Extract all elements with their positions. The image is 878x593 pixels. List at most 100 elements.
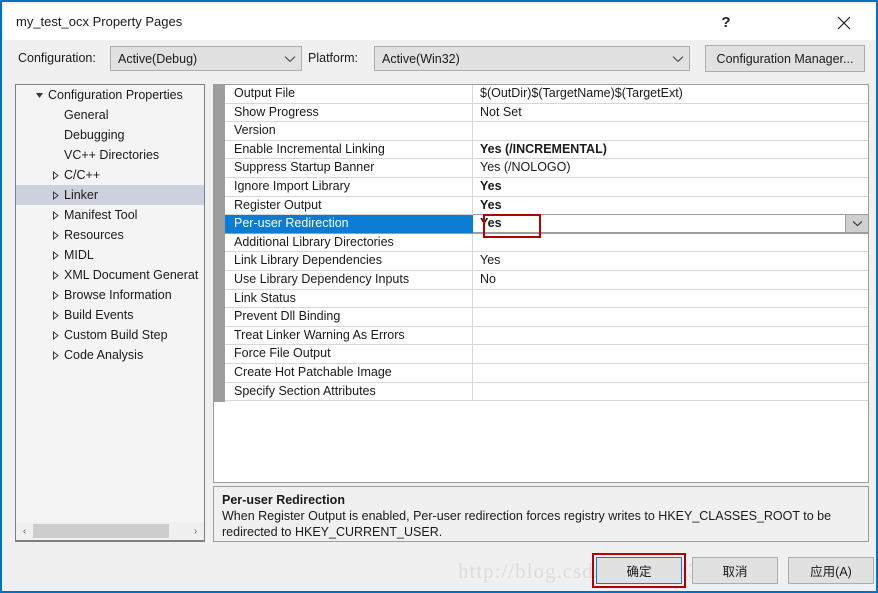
- tree-horizontal-scrollbar[interactable]: ‹ ›: [15, 522, 205, 541]
- property-name: Link Library Dependencies: [225, 252, 473, 270]
- property-name: Register Output: [225, 196, 473, 215]
- property-value[interactable]: [473, 122, 868, 140]
- configuration-manager-button[interactable]: Configuration Manager...: [705, 45, 865, 72]
- property-value[interactable]: No: [473, 271, 868, 289]
- triangle-collapsed-icon[interactable]: [46, 325, 64, 345]
- tree-item-configuration-properties[interactable]: Configuration Properties: [16, 85, 204, 105]
- property-row[interactable]: Prevent Dll Binding: [225, 308, 868, 327]
- property-row[interactable]: Link Status: [225, 289, 868, 309]
- configuration-dropdown-value: Active(Debug): [118, 51, 198, 66]
- property-row[interactable]: Specify Section Attributes: [225, 382, 868, 402]
- property-row[interactable]: Link Library Dependencies Yes: [225, 252, 868, 271]
- close-button[interactable]: [822, 6, 866, 39]
- scrollbar-thumb[interactable]: [33, 524, 169, 538]
- property-value[interactable]: Not Set: [473, 104, 868, 122]
- property-row[interactable]: Enable Incremental Linking Yes (/INCREMEN…: [225, 140, 868, 160]
- scroll-right-arrow-icon[interactable]: ›: [187, 523, 204, 540]
- triangle-collapsed-icon[interactable]: [46, 205, 64, 225]
- property-row[interactable]: Version: [225, 122, 868, 141]
- tree-item-label: Browse Information: [64, 288, 172, 302]
- description-panel: Per-user Redirection When Register Outpu…: [213, 486, 869, 542]
- tree-item-xml-document-generat[interactable]: XML Document Generat: [16, 265, 204, 285]
- property-row[interactable]: Use Library Dependency Inputs No: [225, 270, 868, 290]
- tree-item-code-analysis[interactable]: Code Analysis: [16, 345, 204, 365]
- property-row[interactable]: Show Progress Not Set: [225, 103, 868, 123]
- tree-item-custom-build-step[interactable]: Custom Build Step: [16, 325, 204, 345]
- property-value[interactable]: Yes: [473, 214, 868, 233]
- help-button[interactable]: ?: [704, 6, 748, 39]
- property-value[interactable]: [473, 308, 868, 326]
- property-row[interactable]: Ignore Import Library Yes: [225, 177, 868, 197]
- ok-button[interactable]: 确定: [596, 557, 682, 584]
- triangle-collapsed-icon[interactable]: [46, 185, 64, 205]
- tree-item-label: Manifest Tool: [64, 208, 138, 222]
- property-value[interactable]: Yes: [473, 178, 868, 196]
- tree-item-build-events[interactable]: Build Events: [16, 305, 204, 325]
- tree-item-debugging[interactable]: Debugging: [16, 125, 204, 145]
- chevron-down-icon[interactable]: [845, 215, 868, 232]
- tree-item-label: Custom Build Step: [64, 328, 168, 342]
- triangle-collapsed-icon[interactable]: [46, 245, 64, 265]
- property-value[interactable]: [473, 345, 868, 363]
- description-body: When Register Output is enabled, Per-use…: [222, 509, 832, 539]
- tree-item-label: Build Events: [64, 308, 134, 322]
- triangle-collapsed-icon[interactable]: [46, 165, 64, 185]
- scrollbar-track[interactable]: [169, 523, 187, 540]
- property-value[interactable]: [473, 327, 868, 345]
- platform-dropdown-value: Active(Win32): [382, 51, 460, 66]
- triangle-expanded-icon[interactable]: [30, 85, 48, 105]
- property-value-text: Yes (/NOLOGO): [480, 160, 571, 175]
- apply-button[interactable]: 应用(A): [788, 557, 874, 584]
- configuration-label: Configuration:: [18, 51, 96, 65]
- tree-item-manifest-tool[interactable]: Manifest Tool: [16, 205, 204, 225]
- tree-item-resources[interactable]: Resources: [16, 225, 204, 245]
- property-grid-rows: Output File $(OutDir)$(TargetName)$(Targe…: [225, 85, 868, 402]
- property-row[interactable]: Register Output Yes: [225, 196, 868, 216]
- tree-item-browse-information[interactable]: Browse Information: [16, 285, 204, 305]
- triangle-collapsed-icon[interactable]: [46, 345, 64, 365]
- tree-item-linker[interactable]: Linker: [16, 185, 204, 205]
- property-row[interactable]: Suppress Startup Banner Yes (/NOLOGO): [225, 159, 868, 178]
- property-value[interactable]: Yes: [473, 197, 868, 215]
- property-row[interactable]: Per-user Redirection Yes: [225, 214, 868, 234]
- property-value[interactable]: [473, 383, 868, 401]
- tree-item-c-c[interactable]: C/C++: [16, 165, 204, 185]
- property-value[interactable]: Yes (/NOLOGO): [473, 159, 868, 177]
- property-row[interactable]: Create Hot Patchable Image: [225, 363, 868, 383]
- cancel-button[interactable]: 取消: [692, 557, 778, 584]
- property-value[interactable]: [473, 290, 868, 308]
- tree-item-vc-directories[interactable]: VC++ Directories: [16, 145, 204, 165]
- property-name: Specify Section Attributes: [225, 382, 473, 401]
- triangle-collapsed-icon[interactable]: [46, 285, 64, 305]
- property-name: Treat Linker Warning As Errors: [225, 326, 473, 345]
- tree-item-general[interactable]: General: [16, 105, 204, 125]
- scroll-left-arrow-icon[interactable]: ‹: [16, 523, 33, 540]
- chevron-down-icon: [667, 55, 689, 63]
- question-mark-icon: ?: [721, 14, 731, 31]
- property-row[interactable]: Treat Linker Warning As Errors: [225, 326, 868, 346]
- triangle-collapsed-icon[interactable]: [46, 225, 64, 245]
- tree-item-label: C/C++: [64, 168, 101, 182]
- property-value[interactable]: Yes: [473, 252, 868, 270]
- configuration-bar: Configuration: Active(Debug) Platform: A…: [4, 40, 876, 78]
- configuration-tree[interactable]: Configuration Properties General Debugging…: [15, 84, 205, 542]
- configuration-dropdown[interactable]: Active(Debug): [110, 46, 302, 71]
- property-value[interactable]: [473, 234, 868, 252]
- platform-dropdown[interactable]: Active(Win32): [374, 46, 690, 71]
- property-row[interactable]: Force File Output: [225, 345, 868, 364]
- property-value-text: Yes: [480, 197, 502, 212]
- tree-item-midl[interactable]: MIDL: [16, 245, 204, 265]
- property-name: Additional Library Directories: [225, 233, 473, 252]
- description-title: Per-user Redirection: [222, 493, 345, 507]
- triangle-collapsed-icon[interactable]: [46, 305, 64, 325]
- property-value[interactable]: Yes (/INCREMENTAL): [473, 141, 868, 159]
- property-row[interactable]: Output File $(OutDir)$(TargetName)$(Targe…: [225, 85, 868, 104]
- triangle-collapsed-icon[interactable]: [46, 265, 64, 285]
- property-value[interactable]: $(OutDir)$(TargetName)$(TargetExt): [473, 85, 868, 103]
- property-grid[interactable]: Output File $(OutDir)$(TargetName)$(Targe…: [213, 84, 869, 483]
- chevron-down-icon: [279, 55, 301, 63]
- property-row[interactable]: Additional Library Directories: [225, 233, 868, 253]
- property-value[interactable]: [473, 364, 868, 382]
